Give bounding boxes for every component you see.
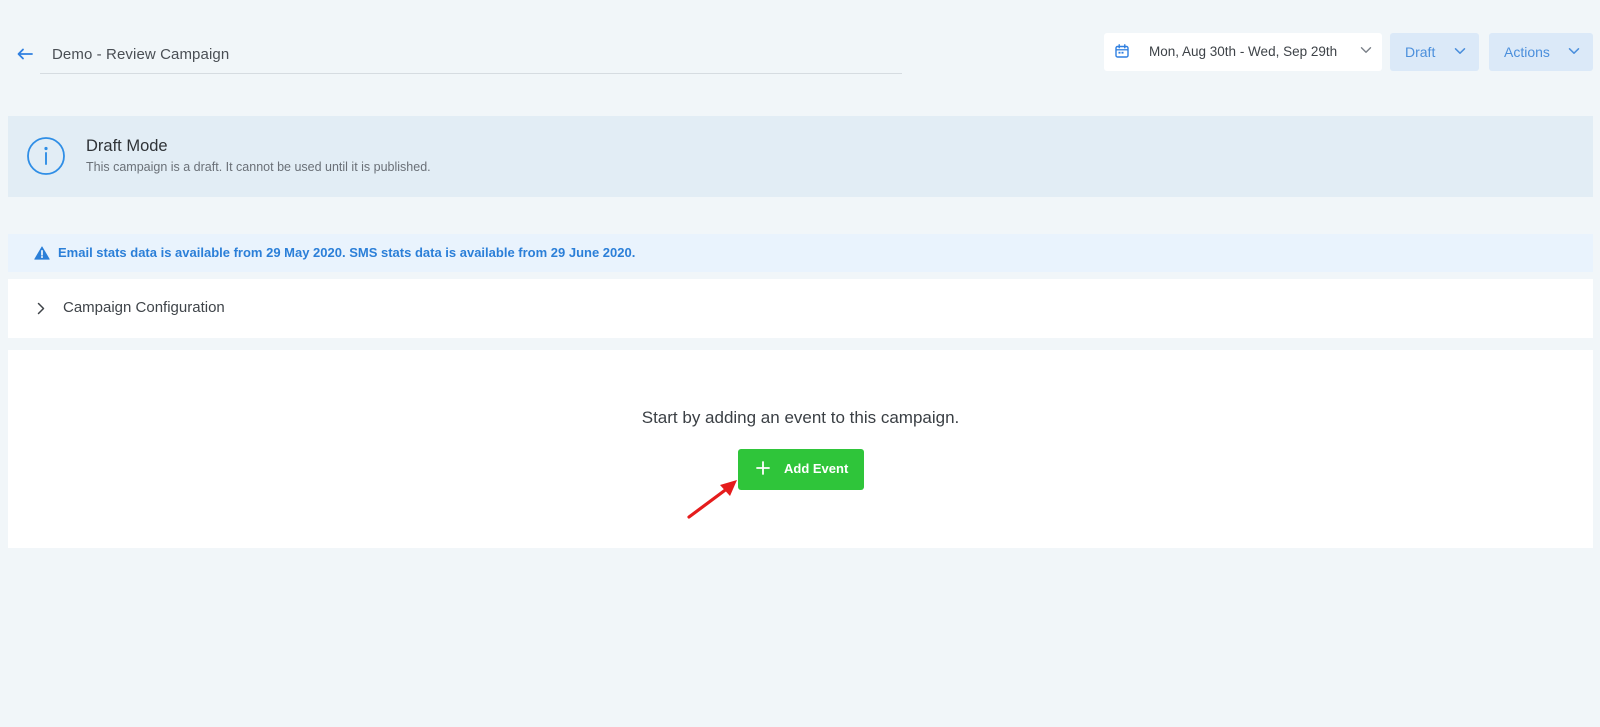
chevron-down-icon	[1454, 48, 1466, 54]
status-dropdown-button[interactable]: Draft	[1390, 33, 1479, 71]
draft-mode-title: Draft Mode	[86, 137, 168, 155]
draft-mode-message: This campaign is a draft. It cannot be u…	[86, 160, 431, 174]
chevron-down-icon	[1360, 47, 1372, 53]
add-event-label: Add Event	[784, 461, 849, 476]
arrow-left-icon	[17, 48, 33, 60]
campaign-title-field[interactable]: Demo - Review Campaign	[40, 36, 902, 74]
stats-alert-message: Email stats data is available from 29 Ma…	[58, 245, 636, 260]
draft-mode-banner: Draft Mode This campaign is a draft. It …	[8, 116, 1593, 197]
empty-state-message: Start by adding an event to this campaig…	[641, 408, 960, 427]
plus-icon	[756, 461, 770, 475]
chevron-down-icon	[1568, 48, 1580, 54]
status-dropdown-label: Draft	[1405, 44, 1436, 60]
date-range-picker[interactable]: Mon, Aug 30th - Wed, Sep 29th	[1104, 33, 1382, 71]
actions-dropdown-label: Actions	[1504, 44, 1550, 60]
date-range-text: Mon, Aug 30th - Wed, Sep 29th	[1149, 44, 1338, 59]
chevron-right-icon	[37, 302, 45, 315]
back-button[interactable]	[14, 43, 36, 65]
actions-dropdown-button[interactable]: Actions	[1489, 33, 1593, 71]
add-event-button[interactable]: Add Event	[738, 449, 864, 490]
campaign-configuration-label: Campaign Configuration	[63, 299, 225, 316]
stats-availability-alert: Email stats data is available from 29 Ma…	[8, 234, 1593, 272]
campaign-title: Demo - Review Campaign	[52, 46, 230, 63]
warning-icon	[34, 246, 50, 260]
info-icon	[27, 137, 65, 175]
annotation-arrow-icon	[687, 480, 737, 519]
events-empty-state: Start by adding an event to this campaig…	[8, 350, 1593, 548]
campaign-configuration-toggle[interactable]: Campaign Configuration	[8, 279, 1593, 338]
calendar-icon	[1115, 44, 1129, 58]
